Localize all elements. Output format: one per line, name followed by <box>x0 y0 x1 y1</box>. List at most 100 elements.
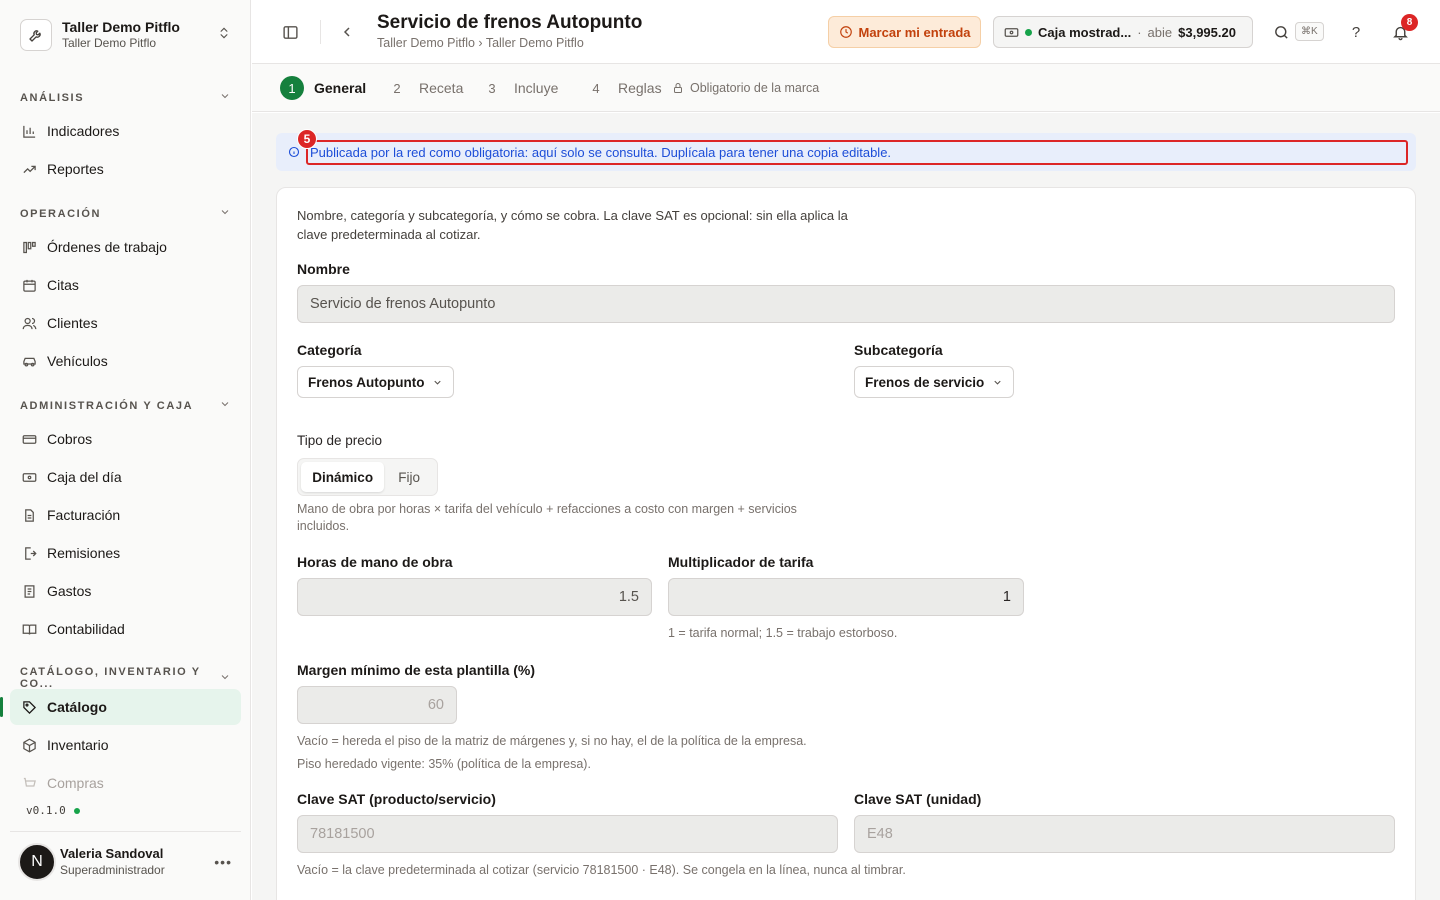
section-catalogo[interactable]: CATÁLOGO, INVENTARIO Y CO... <box>20 666 231 690</box>
price-option-dinamico[interactable]: Dinámico <box>301 462 385 492</box>
subcategory-select[interactable]: Frenos de servicio <box>854 366 1015 398</box>
step-number: 3 <box>488 80 496 96</box>
step-label: Receta <box>419 80 464 96</box>
help-icon[interactable]: ? <box>1346 22 1366 42</box>
page-title: Servicio de frenos Autopunto <box>377 12 643 33</box>
sidebar-item-label: Compras <box>47 775 104 791</box>
info-icon <box>288 146 300 158</box>
tag-icon <box>20 698 38 716</box>
sidebar-item-vehiculos[interactable]: Vehículos <box>10 343 241 379</box>
version-text: v0.1.0 <box>26 804 66 817</box>
form-intro: Nombre, categoría y subcategoría, y cómo… <box>297 208 848 242</box>
sidebar-item-label: Clientes <box>47 315 98 331</box>
step-receta[interactable]: 2 Receta <box>385 76 463 100</box>
section-title: OPERACIÓN <box>20 207 102 220</box>
multiplier-label: Multiplicador de tarifa <box>668 554 814 570</box>
sidebar-item-gastos[interactable]: Gastos <box>10 573 241 609</box>
sidebar-item-compras[interactable]: Compras <box>10 765 241 801</box>
subcategory-value: Frenos de servicio <box>865 374 985 390</box>
price-help: Mano de obra por horas × tarifa del vehí… <box>297 502 797 533</box>
wrench-icon <box>20 19 52 51</box>
sidebar-item-label: Indicadores <box>47 123 120 139</box>
margin-help: Vacío = hereda el piso de la matriz de m… <box>297 734 807 748</box>
read-only-notice: Publicada por la red como obligatoria: a… <box>276 133 1416 171</box>
notification-badge: 8 <box>1401 14 1418 31</box>
section-administracion[interactable]: ADMINISTRACIÓN Y CAJA <box>20 398 231 413</box>
step-incluye[interactable]: 3 Incluye <box>480 76 558 100</box>
lock-icon <box>674 83 682 93</box>
user-menu[interactable]: N Valeria Sandoval Superadministrador ••… <box>18 840 240 884</box>
sidebar-item-ordenes[interactable]: Órdenes de trabajo <box>10 229 241 265</box>
book-icon <box>20 620 38 638</box>
category-select[interactable]: Frenos Autopunto <box>297 366 455 398</box>
hours-field[interactable]: 1.5 <box>297 578 652 616</box>
section-title: ANÁLISIS <box>20 91 85 104</box>
sidebar-item-remisiones[interactable]: Remisiones <box>10 535 241 571</box>
price-type-toggle: Dinámico Fijo <box>297 458 438 496</box>
clock-icon <box>839 26 852 38</box>
multiplier-field[interactable]: 1 <box>668 578 1024 616</box>
section-operacion[interactable]: OPERACIÓN <box>20 206 231 221</box>
title-block: Servicio de frenos Autopunto Taller Demo… <box>377 12 642 50</box>
sat-product-field[interactable]: 78181500 <box>297 815 838 853</box>
status-dot <box>73 807 80 814</box>
sidebar-item-reportes[interactable]: Reportes <box>10 151 241 187</box>
chevron-down-icon <box>994 380 1001 385</box>
sidebar-item-catalogo[interactable]: Catálogo <box>0 689 241 725</box>
sidebar-item-caja[interactable]: Caja del día <box>10 459 241 495</box>
name-field[interactable]: Servicio de frenos Autopunto <box>297 285 1395 323</box>
cash-separator: · <box>1137 24 1142 40</box>
sidebar-item-indicadores[interactable]: Indicadores <box>10 113 241 149</box>
check-in-label: Marcar mi entrada <box>858 24 971 40</box>
sat-unit-field[interactable]: E48 <box>854 815 1395 853</box>
package-icon <box>20 736 38 754</box>
more-horizontal-icon[interactable]: ••• <box>214 854 240 870</box>
sat-unit-label: Clave SAT (unidad) <box>854 791 982 807</box>
sidebar-item-label: Facturación <box>47 507 121 523</box>
general-form-card: Nombre, categoría y subcategoría, y cómo… <box>276 187 1416 900</box>
sidebar-item-contabilidad[interactable]: Contabilidad <box>10 611 241 647</box>
category-value: Frenos Autopunto <box>308 374 425 390</box>
cash-icon <box>1004 27 1019 37</box>
app-version: v0.1.0 <box>26 804 80 817</box>
margin-field[interactable]: 60 <box>297 686 457 724</box>
sidebar-item-label: Órdenes de trabajo <box>47 239 167 255</box>
search-icon[interactable] <box>1271 22 1291 42</box>
users-icon <box>20 314 38 332</box>
lock-note: Obligatorio de la marca <box>672 81 819 95</box>
section-analisis[interactable]: ANÁLISIS <box>20 90 231 105</box>
name-label: Nombre <box>297 261 350 277</box>
margin-label: Margen mínimo de esta plantilla (%) <box>297 662 536 678</box>
org-switcher[interactable]: Taller Demo Pitflo Taller Demo Pitflo <box>10 10 241 60</box>
cash-register-button[interactable]: Caja mostrad... · abie $3,995.20 <box>993 16 1253 48</box>
step-label: General <box>314 80 367 96</box>
banknote-icon <box>20 430 38 448</box>
breadcrumb: Taller Demo Pitflo › Taller Demo Pitflo <box>377 36 584 50</box>
margin-inherited-note: Piso heredado vigente: 35% (política de … <box>297 757 591 771</box>
step-number: 4 <box>592 80 600 96</box>
divider <box>320 20 321 44</box>
sat-help: Vacío = la clave predeterminada al cotiz… <box>297 863 906 877</box>
section-title: CATÁLOGO, INVENTARIO Y CO... <box>20 666 201 690</box>
sidebar-item-label: Reportes <box>47 161 104 177</box>
sidebar-item-label: Caja del día <box>47 469 122 485</box>
search-shortcut: ⌘K <box>1295 22 1324 41</box>
sidebar-item-clientes[interactable]: Clientes <box>10 305 241 341</box>
step-reglas[interactable]: 4 Reglas <box>584 76 661 100</box>
hours-label: Horas de mano de obra <box>297 554 453 570</box>
back-chevron-icon[interactable] <box>337 22 357 42</box>
receipt-icon <box>20 582 38 600</box>
sidebar-item-cobros[interactable]: Cobros <box>10 421 241 457</box>
price-option-fijo[interactable]: Fijo <box>384 462 434 492</box>
sidebar-item-facturacion[interactable]: Facturación <box>10 497 241 533</box>
check-in-button[interactable]: Marcar mi entrada <box>828 16 981 48</box>
avatar: N <box>18 843 56 881</box>
sidebar-item-inventario[interactable]: Inventario <box>10 727 241 763</box>
user-role: Superadministrador <box>60 862 165 877</box>
sidebar-toggle-icon[interactable] <box>280 22 300 42</box>
step-general[interactable]: 1 General <box>280 76 366 100</box>
sidebar-item-label: Contabilidad <box>47 621 125 637</box>
sidebar-item-citas[interactable]: Citas <box>10 267 241 303</box>
sidebar-item-label: Citas <box>47 277 79 293</box>
sidebar-item-label: Cobros <box>47 431 93 447</box>
